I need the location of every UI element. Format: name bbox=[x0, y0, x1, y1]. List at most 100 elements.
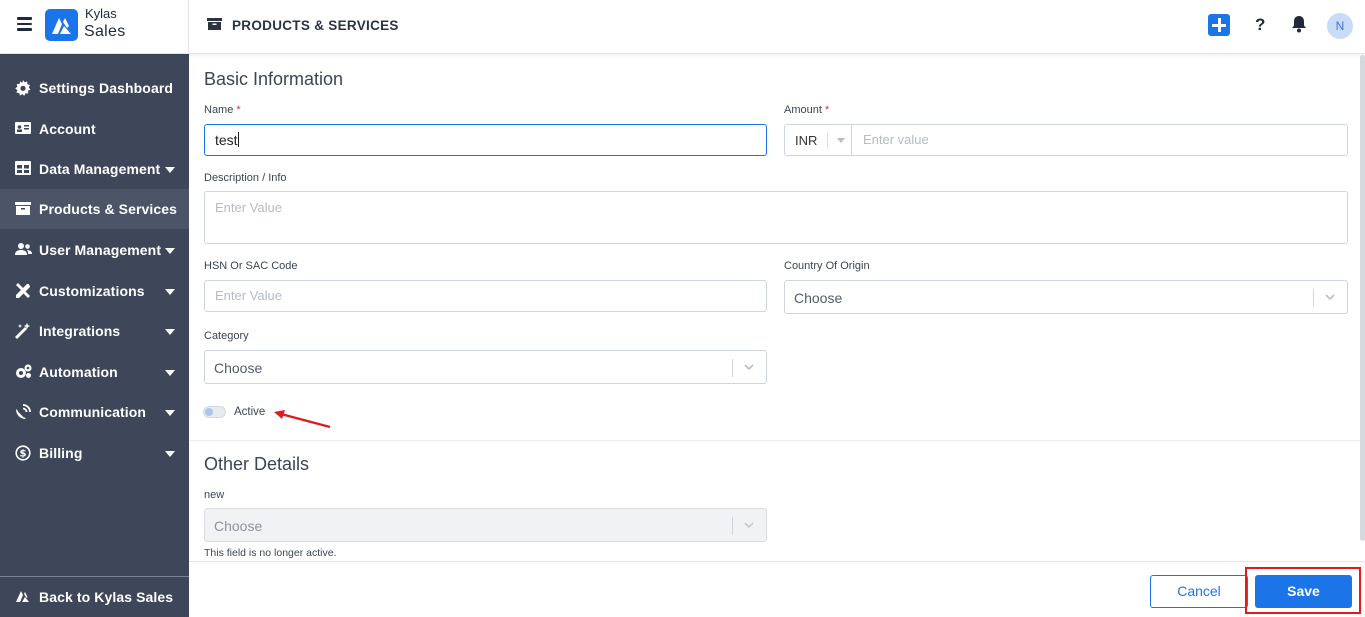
sidebar-item-label: Billing bbox=[39, 445, 83, 461]
users-icon bbox=[15, 242, 32, 259]
new-field-label: new bbox=[204, 489, 225, 501]
caret-down-icon bbox=[165, 410, 175, 416]
page-title: PRODUCTS & SERVICES bbox=[232, 18, 399, 33]
form-content: Basic Information Name * test Amount * I… bbox=[189, 55, 1365, 561]
caret-down-icon bbox=[165, 451, 175, 457]
basic-information-title: Basic Information bbox=[204, 69, 344, 89]
gear-icon bbox=[15, 80, 32, 97]
sidebar-item-label: Data Management bbox=[39, 161, 161, 177]
avatar[interactable]: N bbox=[1327, 13, 1353, 39]
id-card-icon bbox=[15, 121, 32, 138]
back-link-label: Back to Kylas Sales bbox=[39, 589, 174, 605]
sidebar-item-label: Settings Dashboard bbox=[39, 80, 174, 96]
caret-down-icon bbox=[165, 167, 175, 173]
currency-separator bbox=[827, 132, 828, 149]
table-icon bbox=[15, 161, 32, 178]
caret-down-icon bbox=[165, 289, 175, 295]
sidebar-item-customizations[interactable]: Customizations bbox=[0, 271, 189, 311]
required-mark: * bbox=[236, 104, 241, 116]
back-to-kylas-sales-link[interactable]: Back to Kylas Sales bbox=[0, 577, 189, 617]
sidebar: Settings Dashboard Account Data Manageme… bbox=[0, 54, 189, 617]
chevron-down-icon bbox=[743, 360, 755, 378]
sidebar-item-integrations[interactable]: Integrations bbox=[0, 311, 189, 351]
description-textarea[interactable]: Enter Value bbox=[204, 191, 1348, 244]
chevron-down-icon bbox=[1324, 290, 1336, 308]
country-value: Choose bbox=[794, 290, 843, 306]
hsn-input[interactable]: Enter Value bbox=[204, 280, 767, 312]
chevron-down-icon bbox=[743, 518, 755, 536]
section-divider bbox=[189, 440, 1365, 441]
sidebar-item-data-management[interactable]: Data Management bbox=[0, 149, 189, 189]
new-field-value: Choose bbox=[214, 518, 263, 534]
toggle-knob bbox=[205, 408, 213, 416]
add-plus-button[interactable] bbox=[1208, 14, 1230, 36]
cancel-button[interactable]: Cancel bbox=[1150, 575, 1248, 608]
sidebar-item-user-management[interactable]: User Management bbox=[0, 230, 189, 270]
category-label: Category bbox=[204, 330, 249, 342]
name-label: Name * bbox=[204, 104, 241, 116]
sidebar-item-label: Automation bbox=[39, 364, 118, 380]
currency-select[interactable]: INR bbox=[784, 124, 852, 156]
select-separator bbox=[732, 517, 733, 535]
country-select[interactable]: Choose bbox=[784, 280, 1348, 314]
sidebar-item-communication[interactable]: Communication bbox=[0, 392, 189, 432]
active-label: Active bbox=[234, 406, 266, 418]
sidebar-item-account[interactable]: Account bbox=[0, 109, 189, 149]
save-button[interactable]: Save bbox=[1255, 575, 1352, 608]
magic-wand-icon bbox=[15, 323, 32, 340]
category-select[interactable]: Choose bbox=[204, 350, 767, 384]
bell-icon[interactable] bbox=[1291, 15, 1307, 38]
required-mark: * bbox=[824, 104, 830, 116]
select-separator bbox=[732, 359, 733, 377]
hsn-label: HSN Or SAC Code bbox=[204, 260, 298, 272]
name-label-text: Name bbox=[204, 104, 234, 116]
sidebar-item-settings-dashboard[interactable]: Settings Dashboard bbox=[0, 68, 189, 108]
svg-text:$: $ bbox=[20, 449, 27, 460]
sidebar-item-label: Products & Services bbox=[39, 201, 178, 217]
help-icon[interactable]: ? bbox=[1255, 15, 1265, 35]
category-value: Choose bbox=[214, 360, 263, 376]
form-footer: Cancel Save bbox=[189, 561, 1365, 617]
satellite-dish-icon bbox=[15, 404, 32, 421]
kylas-logo-icon bbox=[45, 9, 78, 41]
caret-down-icon bbox=[165, 329, 175, 335]
caret-down-icon bbox=[165, 248, 175, 254]
box-icon bbox=[15, 201, 32, 218]
sidebar-item-label: User Management bbox=[39, 242, 162, 258]
brand-name: Kylas bbox=[85, 6, 117, 21]
new-field-select: Choose bbox=[204, 508, 767, 542]
dollar-circle-icon: $ bbox=[15, 445, 32, 462]
sidebar-item-label: Account bbox=[39, 121, 96, 137]
brand-product: Sales bbox=[84, 23, 126, 40]
other-details-title: Other Details bbox=[204, 454, 310, 474]
caret-down-icon bbox=[165, 370, 175, 376]
amount-label-text: Amount bbox=[784, 104, 822, 116]
select-separator bbox=[1313, 289, 1314, 307]
scrollbar[interactable] bbox=[1360, 55, 1365, 541]
sidebar-item-label: Integrations bbox=[39, 323, 121, 339]
brand-area: Kylas Sales bbox=[0, 0, 189, 54]
description-label: Description / Info bbox=[204, 172, 287, 184]
top-bar: Kylas Sales PRODUCTS & SERVICES ? N bbox=[0, 0, 1365, 54]
inactive-field-helper: This field is no longer active. bbox=[204, 547, 337, 559]
currency-value: INR bbox=[795, 133, 818, 148]
sidebar-item-label: Communication bbox=[39, 404, 147, 420]
cogs-icon bbox=[15, 364, 32, 381]
amount-input[interactable]: Enter value bbox=[851, 124, 1348, 156]
red-arrow-annotation-icon bbox=[274, 410, 331, 429]
name-value: test bbox=[215, 132, 238, 148]
caret-down-icon bbox=[837, 138, 845, 143]
active-toggle[interactable] bbox=[203, 406, 226, 418]
sidebar-item-automation[interactable]: Automation bbox=[0, 352, 189, 392]
hamburger-menu-icon[interactable] bbox=[17, 17, 32, 31]
country-label: Country Of Origin bbox=[784, 260, 870, 272]
sidebar-item-billing[interactable]: $ Billing bbox=[0, 433, 189, 473]
tools-icon bbox=[15, 283, 32, 300]
sidebar-item-label: Customizations bbox=[39, 283, 145, 299]
text-cursor bbox=[237, 132, 239, 147]
box-icon bbox=[207, 17, 222, 36]
sidebar-item-products-services[interactable]: Products & Services bbox=[0, 189, 189, 229]
kylas-mark-icon bbox=[15, 589, 32, 606]
name-input[interactable]: test bbox=[204, 124, 767, 156]
amount-label: Amount * bbox=[784, 104, 829, 116]
